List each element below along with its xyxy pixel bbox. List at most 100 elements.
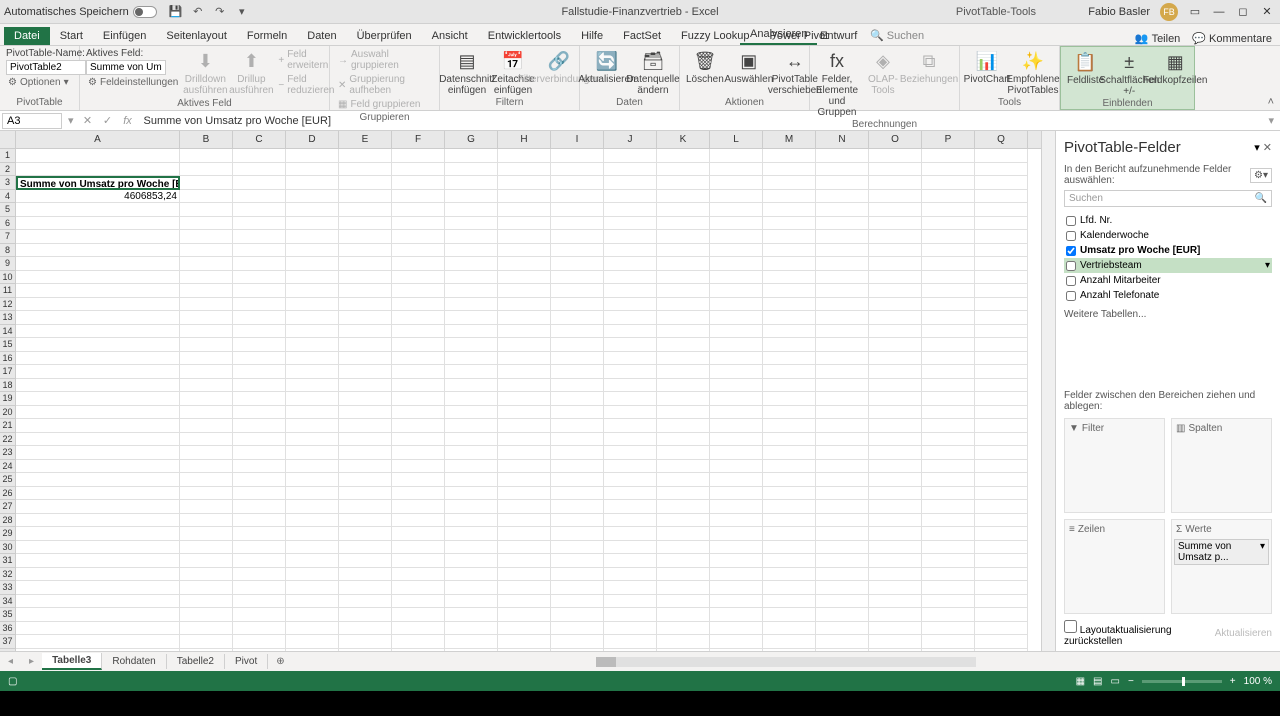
tab-review[interactable]: Überprüfen [347,27,422,45]
cell[interactable] [604,541,657,555]
cell[interactable] [445,149,498,163]
cell[interactable] [604,284,657,298]
cell[interactable] [975,568,1028,582]
cell[interactable] [392,284,445,298]
cell[interactable] [604,352,657,366]
cell[interactable] [869,581,922,595]
pane-close-icon[interactable]: ✕ [1263,142,1272,154]
cell[interactable] [392,649,445,652]
cell[interactable] [180,352,233,366]
row-header[interactable]: 18 [0,379,16,393]
cell[interactable] [551,446,604,460]
cell[interactable] [975,244,1028,258]
cell[interactable] [233,419,286,433]
cell[interactable] [657,149,710,163]
cell[interactable] [16,392,180,406]
collapse-ribbon-icon[interactable]: ˄ [1268,96,1274,108]
row-header[interactable]: 29 [0,527,16,541]
cell[interactable] [392,217,445,231]
cell[interactable] [233,581,286,595]
cell[interactable] [869,541,922,555]
sheet-nav-next-icon[interactable]: ▸ [21,656,42,667]
cell[interactable] [339,514,392,528]
cell[interactable] [763,568,816,582]
defer-layout-checkbox[interactable]: Layoutaktualisierung zurückstellen [1064,620,1215,647]
cell[interactable] [922,581,975,595]
cell[interactable] [180,311,233,325]
row-header[interactable]: 4 [0,190,16,204]
cell[interactable] [869,244,922,258]
cell[interactable] [233,284,286,298]
cell[interactable] [816,487,869,501]
cell[interactable] [551,298,604,312]
cell[interactable] [657,446,710,460]
cell[interactable] [922,190,975,204]
cell[interactable] [286,649,339,652]
cell[interactable] [16,568,180,582]
select-button[interactable]: ▣Auswählen [728,48,770,85]
sheet-tab[interactable]: Rohdaten [102,654,166,669]
tab-developer[interactable]: Entwicklertools [478,27,571,45]
cell[interactable] [922,149,975,163]
cell[interactable] [233,622,286,636]
cell[interactable] [816,392,869,406]
cell[interactable] [604,244,657,258]
cell[interactable] [551,203,604,217]
cell[interactable] [16,608,180,622]
cell[interactable] [339,541,392,555]
cell[interactable] [180,568,233,582]
minimize-icon[interactable]: — [1212,5,1226,19]
cell[interactable] [286,595,339,609]
cell[interactable] [445,311,498,325]
cell[interactable] [16,338,180,352]
cell[interactable] [975,392,1028,406]
cell[interactable] [922,473,975,487]
cell[interactable] [498,568,551,582]
cell[interactable] [816,541,869,555]
cell[interactable] [975,406,1028,420]
cell[interactable] [975,230,1028,244]
cell[interactable] [551,406,604,420]
cell[interactable] [498,338,551,352]
cell[interactable] [551,311,604,325]
col-header[interactable]: M [763,131,816,148]
cell[interactable] [551,352,604,366]
cell[interactable] [763,581,816,595]
row-header[interactable]: 30 [0,541,16,555]
cell[interactable] [16,203,180,217]
cell[interactable] [392,244,445,258]
cell[interactable] [657,608,710,622]
cell[interactable] [710,284,763,298]
value-field-chip[interactable]: Summe von Umsatz p...▾ [1174,539,1269,565]
cell[interactable] [763,149,816,163]
cell[interactable] [392,352,445,366]
cell[interactable] [498,298,551,312]
cell[interactable] [392,527,445,541]
cell[interactable] [710,298,763,312]
cell[interactable] [551,500,604,514]
cell[interactable] [869,595,922,609]
cell[interactable] [604,406,657,420]
cell[interactable] [922,365,975,379]
cell[interactable] [922,311,975,325]
cell[interactable] [392,635,445,649]
cell[interactable] [16,514,180,528]
cell[interactable] [710,338,763,352]
cell[interactable] [657,298,710,312]
cell[interactable] [339,365,392,379]
cell[interactable] [445,176,498,190]
cell[interactable] [922,460,975,474]
cell[interactable] [286,284,339,298]
cell[interactable] [869,325,922,339]
cell[interactable] [180,622,233,636]
cell[interactable] [710,446,763,460]
zoom-level[interactable]: 100 % [1244,676,1272,687]
cell[interactable] [763,271,816,285]
cell[interactable] [869,649,922,652]
options-button[interactable]: ⚙ Optionen ▾ [6,76,86,89]
cell[interactable] [710,595,763,609]
col-header[interactable]: L [710,131,763,148]
cell[interactable] [286,581,339,595]
cell[interactable] [180,257,233,271]
cell[interactable] [816,473,869,487]
